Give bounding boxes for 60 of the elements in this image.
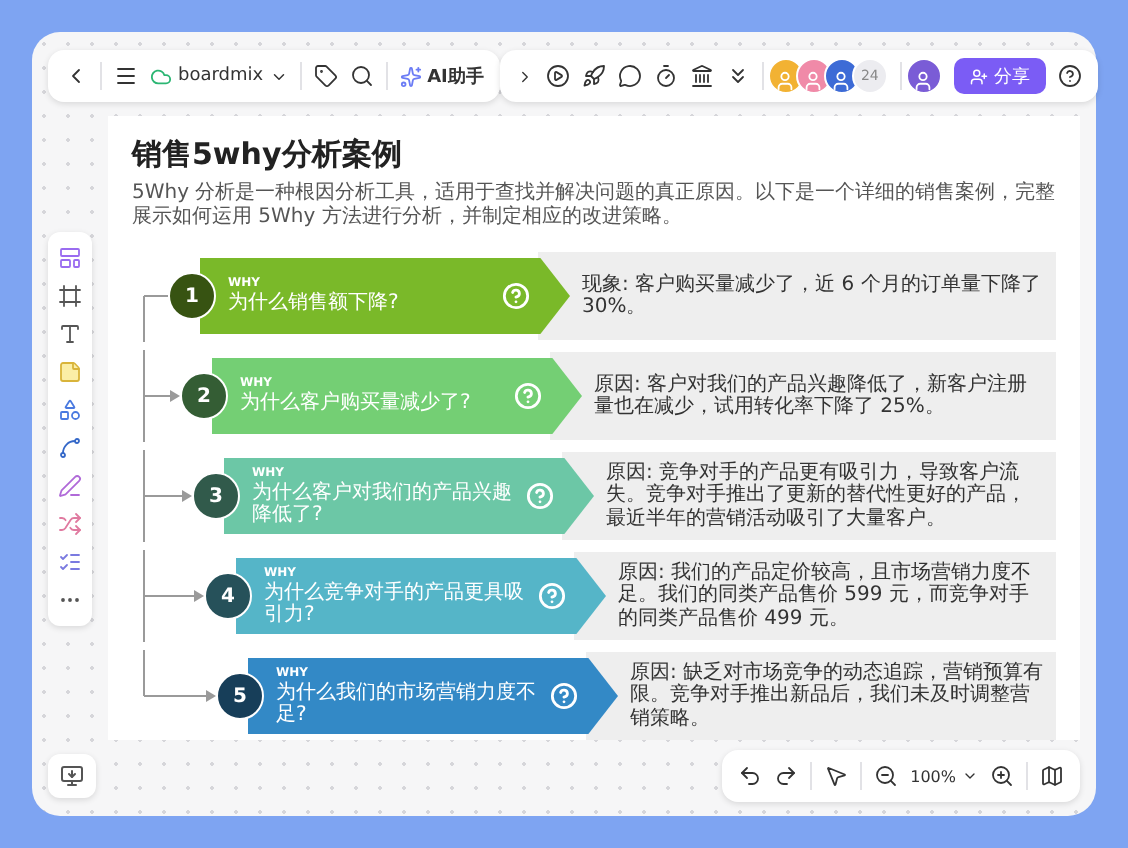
connector-arrow xyxy=(143,650,216,702)
answer-text: 原因: 我们的产品定价较高，且市场营销力度不足。我们的同类产品售价 599 元，而竞争对手的同类产品售价 499 元。 xyxy=(618,561,1034,631)
cloud-icon xyxy=(150,65,172,87)
connector-arrow xyxy=(143,450,192,542)
frame-icon[interactable] xyxy=(58,283,82,307)
zoom-in-icon[interactable] xyxy=(990,764,1014,788)
map-icon[interactable] xyxy=(1040,764,1064,788)
pointer-icon[interactable] xyxy=(824,764,849,788)
question-icon xyxy=(550,682,578,710)
answer-text: 原因: 客户对我们的产品兴趣降低了，新客户注册量也在减少，试用转化率下降了 25%。 xyxy=(594,373,1030,419)
why-question: 为什么客户对我们的产品兴趣降低了? xyxy=(252,481,514,527)
document-subtitle: 5Why 分析是一种根因分析工具，适用于查找并解决问题的真正原因。以下是一个详细的销售案例，完整展示如何运用 5Why 方法进行分析，并制定相应的改进策略。 xyxy=(132,182,1056,230)
rocket-icon[interactable] xyxy=(581,64,606,88)
step-number: 5 xyxy=(216,672,264,720)
why-question: 为什么销售额下降? xyxy=(228,292,401,316)
answer-text: 原因: 竞争对手的产品更有吸引力，导致客户流失。竞争对手推出了更新的替代性更好的产品，最近半年的营销活动吸引了大量客户。 xyxy=(606,461,1028,531)
monitor-icon xyxy=(60,764,84,788)
question-icon xyxy=(502,282,530,310)
step-number: 1 xyxy=(168,272,216,320)
chevron-down-icon xyxy=(962,768,978,784)
menu-icon[interactable] xyxy=(114,64,138,88)
shapes-icon[interactable] xyxy=(58,397,82,421)
step-number: 4 xyxy=(204,572,252,620)
step-number: 2 xyxy=(180,372,228,420)
question-icon xyxy=(538,582,566,610)
zoom-level-button[interactable]: 100% xyxy=(910,767,978,785)
document-title: 销售5why分析案例 xyxy=(132,136,404,174)
step-number: 3 xyxy=(192,472,240,520)
building-icon[interactable] xyxy=(689,64,714,88)
add-user-icon xyxy=(969,67,988,85)
avatar[interactable] xyxy=(905,58,942,94)
ai-assistant-button[interactable]: AI助手 xyxy=(399,63,484,89)
redo-icon[interactable] xyxy=(774,764,799,788)
question-icon xyxy=(514,382,542,410)
undo-icon[interactable] xyxy=(738,764,763,788)
answer-text: 原因: 缺乏对市场竞争的动态追踪，营销预算有限。竞争对手推出新品后，我们未及时调整营销策略。 xyxy=(630,661,1044,731)
answer-text: 现象: 客户购买量减少了，近 6 个月的订单量下降了 30%。 xyxy=(582,273,1043,319)
connector-arrow xyxy=(143,350,180,442)
share-button[interactable]: 分享 xyxy=(953,58,1046,94)
present-button[interactable] xyxy=(48,754,96,798)
file-name: boardmix xyxy=(178,66,264,86)
timer-icon[interactable] xyxy=(653,64,678,88)
sparkle-icon xyxy=(399,65,422,87)
text-icon[interactable] xyxy=(58,321,82,345)
question-icon xyxy=(526,482,554,510)
list-icon[interactable] xyxy=(58,549,82,573)
why-question: 为什么我们的市场营销力度不足? xyxy=(276,681,538,727)
play-icon[interactable] xyxy=(545,64,570,88)
comment-icon[interactable] xyxy=(617,64,642,88)
help-icon[interactable] xyxy=(1057,64,1082,88)
search-icon[interactable] xyxy=(349,64,374,88)
why-question: 为什么竞争对手的产品更具吸引力? xyxy=(264,581,526,627)
template-icon[interactable] xyxy=(58,245,82,269)
connector-arrow xyxy=(143,550,204,642)
pen-icon[interactable] xyxy=(58,473,82,497)
zoom-out-icon[interactable] xyxy=(874,764,899,788)
file-menu-button[interactable]: boardmix xyxy=(150,65,288,87)
connector-line xyxy=(143,295,168,342)
why-question: 为什么客户购买量减少了? xyxy=(240,392,473,416)
tag-icon[interactable] xyxy=(313,64,338,88)
